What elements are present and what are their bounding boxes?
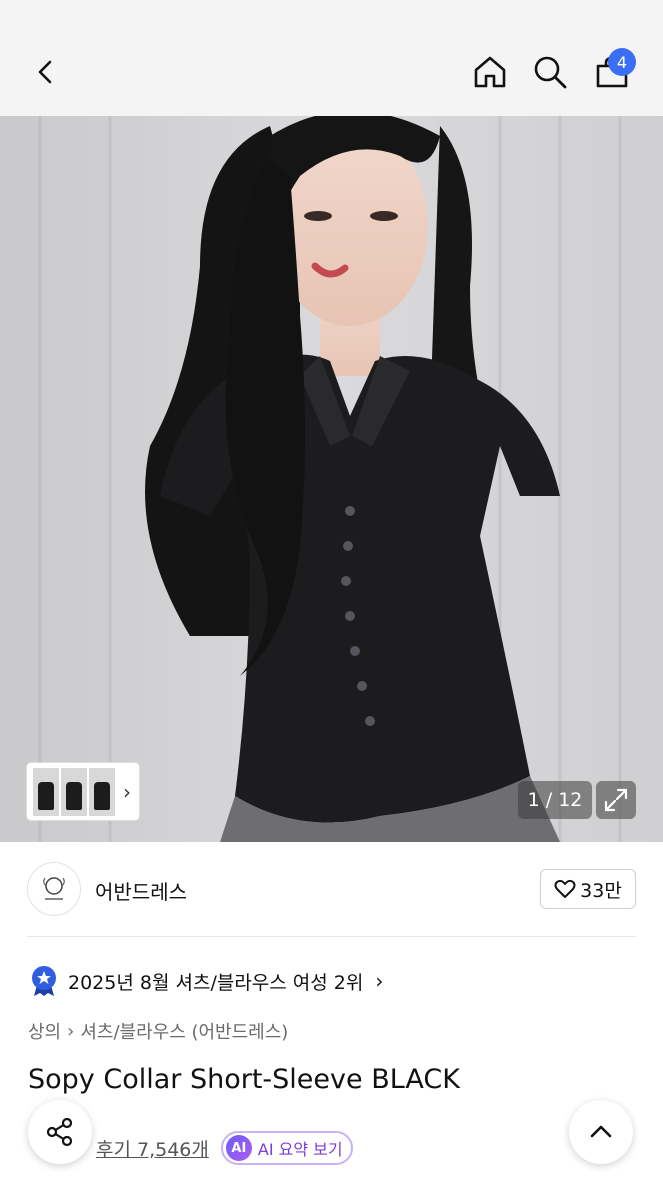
search-icon: [534, 56, 567, 89]
breadcrumb-item[interactable]: 셔츠/블라우스 (어반드레스): [80, 1018, 288, 1044]
chevron-up-icon: [590, 1125, 612, 1138]
ai-badge-icon: AI: [225, 1135, 252, 1161]
product-photo: [0, 116, 663, 842]
like-button[interactable]: 33만: [540, 869, 636, 909]
product-image[interactable]: › 1 / 12: [0, 116, 663, 842]
divider: [27, 936, 636, 937]
breadcrumb-separator: ›: [67, 1020, 75, 1042]
thumbnail[interactable]: [89, 767, 115, 816]
scroll-to-top-button[interactable]: [569, 1100, 633, 1164]
brand-name[interactable]: 어반드레스: [95, 876, 187, 905]
brand-logo-emblem: [43, 877, 65, 900]
ranking-text: 2025년 8월 셔츠/블라우스 여성 2위: [68, 971, 364, 994]
expand-icon: [604, 788, 628, 812]
ranking-row[interactable]: 2025년 8월 셔츠/블라우스 여성 2위 ›: [30, 964, 383, 998]
back-button[interactable]: [18, 44, 74, 100]
heart-icon: [554, 879, 576, 898]
image-counter: 1 / 12: [518, 781, 592, 819]
product-title: Sopy Collar Short-Sleeve BLACK: [28, 1064, 460, 1095]
home-button[interactable]: [462, 44, 518, 100]
ai-summary-button[interactable]: AI AI 요약 보기: [220, 1131, 353, 1165]
ranking-medal-icon: [32, 966, 56, 996]
ai-summary-label: AI 요약 보기: [257, 1140, 343, 1159]
chevron-right-icon: ›: [375, 969, 384, 993]
chevron-left-icon: [38, 60, 52, 84]
review-count-link[interactable]: 후기 7,546개: [96, 1135, 209, 1162]
thumbnail[interactable]: [33, 767, 59, 816]
chevron-right-icon: ›: [123, 779, 131, 804]
top-app-bar: 4: [0, 0, 663, 116]
expand-button[interactable]: [596, 781, 636, 819]
share-icon: [46, 1117, 73, 1147]
like-count: 33만: [580, 879, 622, 902]
cart-count-badge: 4: [608, 48, 636, 76]
breadcrumb: 상의 › 셔츠/블라우스 (어반드레스): [28, 1018, 288, 1044]
brand-logo[interactable]: [27, 862, 81, 916]
share-button[interactable]: [28, 1100, 92, 1164]
cart-button[interactable]: 4: [584, 44, 640, 100]
search-button[interactable]: [522, 44, 578, 100]
thumbnail-strip[interactable]: ›: [27, 763, 139, 820]
thumbnail[interactable]: [61, 767, 87, 816]
brand-row[interactable]: 어반드레스 33만: [27, 862, 636, 916]
breadcrumb-item[interactable]: 상의: [28, 1018, 61, 1044]
home-icon: [474, 56, 506, 88]
